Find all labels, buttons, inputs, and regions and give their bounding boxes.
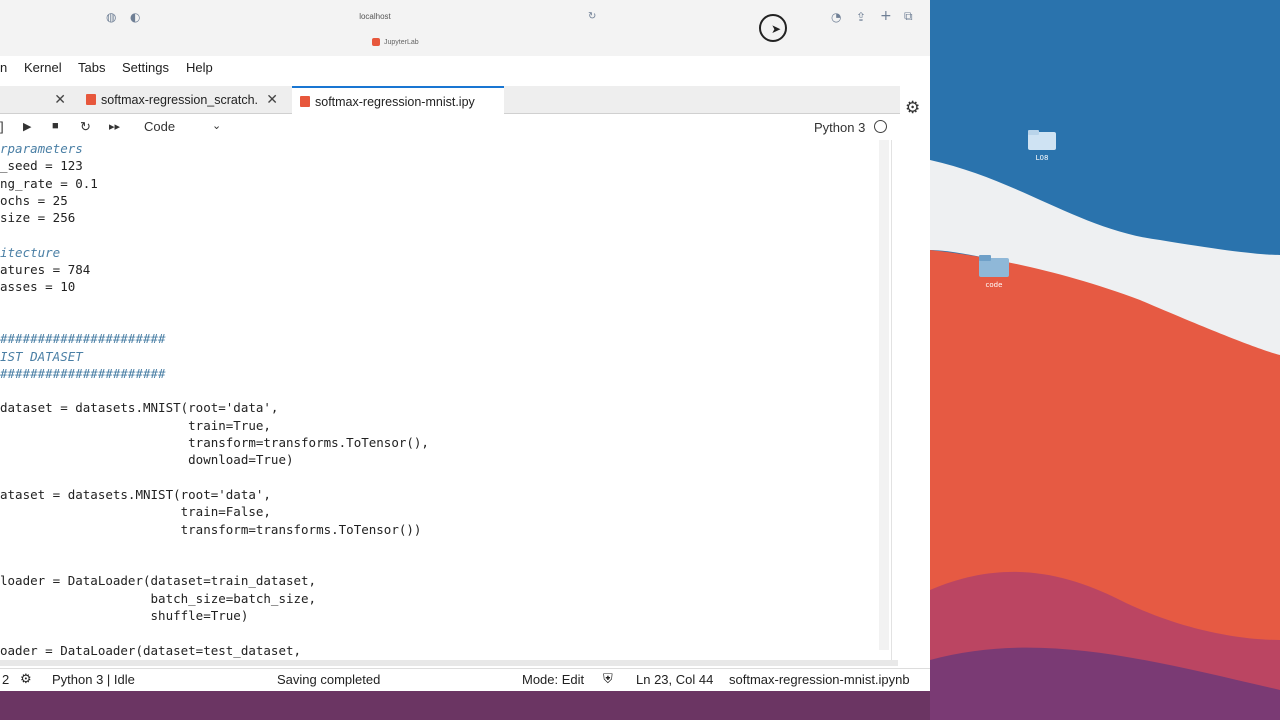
tab-label: softmax-regression_scratch. <box>101 93 259 107</box>
menu-run[interactable]: n <box>0 60 7 75</box>
mouse-pointer-icon: ➤ <box>771 22 782 36</box>
menu-kernel[interactable]: Kernel <box>24 60 62 75</box>
code-line: train=True, <box>0 417 271 433</box>
vertical-scrollbar[interactable] <box>879 140 889 650</box>
menu-help[interactable]: Help <box>186 60 213 75</box>
kernel-idle-indicator-icon <box>874 120 887 133</box>
run-cell-icon[interactable]: ▶ <box>23 120 31 133</box>
restart-run-all-icon[interactable]: ▸▸ <box>109 120 120 133</box>
notebook-icon <box>300 96 310 107</box>
status-count: 2 <box>2 672 10 687</box>
code-line: transform=transforms.ToTensor()) <box>0 521 422 537</box>
share-icon[interactable]: ⇪ <box>856 10 866 24</box>
code-line: rparameters <box>0 141 83 156</box>
code-line: train=False, <box>0 504 271 520</box>
browser-window: ◍ ◐ localhost ↻ ◔ ⇪ + ⧉ JupyterLab n Ker… <box>0 0 930 691</box>
code-line: oader = DataLoader(dataset=test_dataset, <box>0 642 302 658</box>
status-cursor-position[interactable]: Ln 23, Col 44 <box>636 672 713 687</box>
code-line: loader = DataLoader(dataset=train_datase… <box>0 573 317 589</box>
menu-tabs[interactable]: Tabs <box>78 60 105 75</box>
browser-titlebar: ◍ ◐ localhost ↻ ◔ ⇪ + ⧉ JupyterLab <box>0 0 930 56</box>
status-mode: Mode: Edit <box>522 672 585 687</box>
folder-icon <box>1028 130 1056 150</box>
code-cell-content[interactable]: rparameters _seed = 123 ng_rate = 0.1 ochs … <box>0 140 429 659</box>
desktop-icon-l08[interactable]: L08 <box>1007 130 1077 162</box>
code-line: IST DATASET <box>0 348 83 364</box>
notebook-toolbar: ] ▶ ■ ↻ ▸▸ Code ⌄ Python 3 <box>0 117 890 139</box>
jupyter-menubar: n Kernel Tabs Settings Help <box>0 56 930 82</box>
tab-overview-icon[interactable]: ⧉ <box>904 9 913 24</box>
reload-icon[interactable]: ↻ <box>588 11 596 22</box>
code-line: asses = 10 <box>0 279 76 295</box>
tab-launcher[interactable]: ✕ <box>0 86 72 114</box>
property-inspector-gear-icon[interactable]: ⚙ <box>905 98 920 118</box>
code-line: transform=transforms.ToTensor(), <box>0 435 429 451</box>
desktop-icon-code[interactable]: code <box>959 255 1029 289</box>
code-line: atures = 784 <box>0 262 91 278</box>
code-line: size = 256 <box>0 210 76 226</box>
tab-softmax-mnist[interactable]: softmax-regression-mnist.ipy <box>292 86 504 114</box>
shield-icon[interactable]: ◍ <box>106 10 116 24</box>
code-editor[interactable]: rparameters _seed = 123 ng_rate = 0.1 ochs … <box>0 140 892 662</box>
desktop-icon-label: L08 <box>1035 154 1049 162</box>
menu-settings[interactable]: Settings <box>122 60 169 75</box>
code-line: ataset = datasets.MNIST(root='data', <box>0 486 271 502</box>
folder-icon <box>979 255 1009 277</box>
code-line: download=True) <box>0 452 294 468</box>
code-line: _seed = 123 <box>0 158 83 174</box>
kernel-name[interactable]: Python 3 <box>814 120 865 135</box>
browser-tab[interactable]: JupyterLab <box>372 38 419 46</box>
code-line: shuffle=True) <box>0 608 249 624</box>
code-line: dataset = datasets.MNIST(root='data', <box>0 400 279 416</box>
kernel-status-icon[interactable]: ⚙ <box>20 672 32 687</box>
close-icon[interactable]: ✕ <box>54 91 66 108</box>
downloads-icon[interactable]: ◔ <box>831 10 841 24</box>
code-line: itecture <box>0 244 61 260</box>
status-kernel[interactable]: Python 3 | Idle <box>52 672 135 687</box>
browser-tab-title: JupyterLab <box>384 38 419 46</box>
notebook-icon <box>86 94 96 105</box>
document-tabbar: ✕ softmax-regression_scratch. ✕ softmax-… <box>0 86 900 114</box>
status-bar: 2 ⚙ Python 3 | Idle Saving completed Mod… <box>0 668 930 690</box>
code-line: ###################### <box>0 365 166 381</box>
desktop-icon-label: code <box>985 281 1003 289</box>
code-line: ochs = 25 <box>0 192 68 208</box>
address-bar[interactable]: localhost <box>320 12 430 21</box>
tab-label: softmax-regression-mnist.ipy <box>315 95 475 109</box>
tab-softmax-scratch[interactable]: softmax-regression_scratch. ✕ <box>78 86 284 114</box>
cell-type-select[interactable]: Code <box>144 119 175 134</box>
restart-kernel-icon[interactable]: ↻ <box>80 119 91 135</box>
chevron-down-icon[interactable]: ⌄ <box>212 119 221 132</box>
code-line: ng_rate = 0.1 <box>0 175 98 191</box>
interrupt-kernel-icon[interactable]: ■ <box>52 120 59 132</box>
code-line: ###################### <box>0 331 166 347</box>
code-line: batch_size=batch_size, <box>0 590 317 606</box>
sidebar-toggle-icon[interactable]: ◐ <box>130 10 140 24</box>
bracket-icon: ] <box>0 119 4 134</box>
close-icon[interactable]: ✕ <box>266 91 278 108</box>
new-tab-icon[interactable]: + <box>880 8 892 24</box>
jupyter-favicon-icon <box>372 38 380 46</box>
trusted-shield-icon[interactable]: ⛨ <box>603 672 613 687</box>
status-filename: softmax-regression-mnist.ipynb <box>729 672 910 687</box>
horizontal-scrollbar[interactable] <box>0 660 898 666</box>
status-message: Saving completed <box>277 672 381 687</box>
